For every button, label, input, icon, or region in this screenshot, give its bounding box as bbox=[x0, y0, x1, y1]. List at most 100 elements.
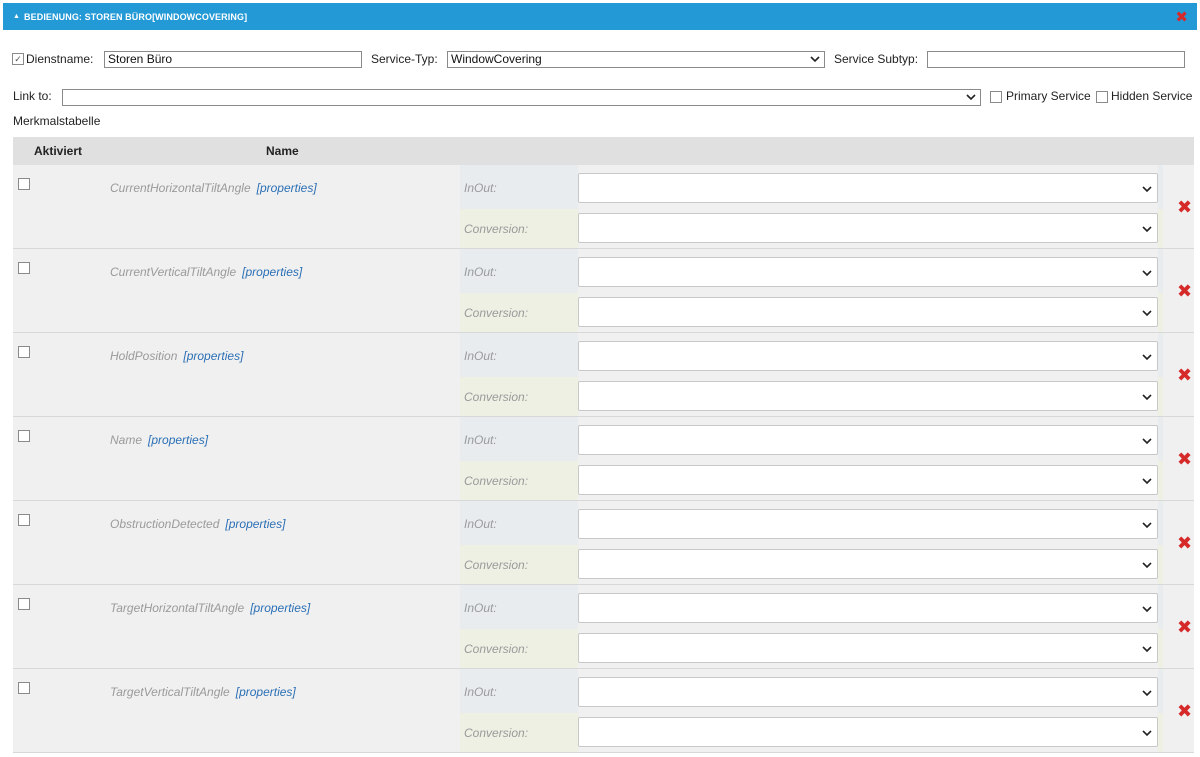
delete-icon[interactable]: ✖ bbox=[1177, 197, 1192, 218]
conversion-select[interactable] bbox=[578, 633, 1158, 663]
inout-label: InOut: bbox=[460, 501, 578, 545]
conversion-select[interactable] bbox=[578, 717, 1158, 747]
inout-label: InOut: bbox=[460, 669, 578, 713]
service-subtype-input[interactable] bbox=[927, 51, 1185, 68]
service-type-value: WindowCovering bbox=[451, 52, 542, 66]
column-header-name: Name bbox=[266, 144, 299, 158]
inout-select[interactable] bbox=[578, 257, 1158, 287]
conversion-label: Conversion: bbox=[460, 209, 578, 248]
row-filler bbox=[1158, 333, 1163, 377]
activated-checkbox[interactable] bbox=[18, 514, 30, 526]
characteristic-name: TargetHorizontalTiltAngle [properties] bbox=[110, 601, 310, 615]
chevron-down-icon bbox=[1142, 690, 1152, 697]
inout-select[interactable] bbox=[578, 593, 1158, 623]
characteristics-table-caption: Merkmalstabelle bbox=[13, 114, 101, 128]
service-name-checkbox[interactable]: ✓ bbox=[12, 53, 24, 65]
service-subtype-label: Service Subtyp: bbox=[834, 52, 919, 66]
row-filler bbox=[1158, 461, 1163, 500]
conversion-select[interactable] bbox=[578, 297, 1158, 327]
characteristic-name-text: CurrentVerticalTiltAngle bbox=[110, 265, 237, 279]
delete-icon[interactable]: ✖ bbox=[1177, 365, 1192, 386]
row-filler bbox=[1158, 585, 1163, 629]
row-filler bbox=[1158, 293, 1163, 332]
chevron-down-icon bbox=[1142, 226, 1152, 233]
characteristic-name-text: TargetHorizontalTiltAngle bbox=[110, 601, 245, 615]
conversion-label: Conversion: bbox=[460, 713, 578, 752]
activated-checkbox[interactable] bbox=[18, 262, 30, 274]
service-name-label: Dienstname: bbox=[26, 52, 94, 66]
hidden-service-checkbox[interactable] bbox=[1096, 91, 1108, 103]
table-row: TargetVerticalTiltAngle [properties] InOu… bbox=[13, 669, 1194, 753]
delete-icon[interactable]: ✖ bbox=[1177, 617, 1192, 638]
properties-link[interactable]: [properties] bbox=[257, 181, 317, 195]
inout-select[interactable] bbox=[578, 509, 1158, 539]
table-row: Name [properties] InOut: Conversion: ✖ bbox=[13, 417, 1194, 501]
service-type-select[interactable]: WindowCovering bbox=[447, 51, 825, 68]
inout-label: InOut: bbox=[460, 333, 578, 377]
conversion-label: Conversion: bbox=[460, 377, 578, 416]
delete-icon[interactable]: ✖ bbox=[1177, 449, 1192, 470]
link-to-select[interactable] bbox=[62, 89, 981, 106]
panel-header[interactable]: ▲ BEDIENUNG: STOREN BÜRO[WINDOWCOVERING]… bbox=[3, 3, 1197, 30]
conversion-select[interactable] bbox=[578, 381, 1158, 411]
conversion-label: Conversion: bbox=[460, 629, 578, 668]
row-filler bbox=[1158, 669, 1163, 713]
chevron-down-icon bbox=[1142, 270, 1152, 277]
inout-select[interactable] bbox=[578, 341, 1158, 371]
properties-link[interactable]: [properties] bbox=[242, 265, 302, 279]
collapse-triangle-icon[interactable]: ▲ bbox=[13, 13, 20, 20]
characteristic-name-text: CurrentHorizontalTiltAngle bbox=[110, 181, 251, 195]
delete-icon[interactable]: ✖ bbox=[1177, 533, 1192, 554]
properties-link[interactable]: [properties] bbox=[183, 349, 243, 363]
panel-title: BEDIENUNG: STOREN BÜRO[WINDOWCOVERING] bbox=[24, 11, 248, 22]
activated-checkbox[interactable] bbox=[18, 346, 30, 358]
table-row: TargetHorizontalTiltAngle [properties] In… bbox=[13, 585, 1194, 669]
row-filler bbox=[1158, 377, 1163, 416]
activated-checkbox[interactable] bbox=[18, 178, 30, 190]
properties-link[interactable]: [properties] bbox=[225, 517, 285, 531]
chevron-down-icon bbox=[1142, 562, 1152, 569]
service-name-input[interactable]: Storen Büro bbox=[104, 51, 362, 68]
close-icon[interactable]: ✖ bbox=[1175, 8, 1188, 26]
chevron-down-icon bbox=[1142, 730, 1152, 737]
chevron-down-icon bbox=[1142, 522, 1152, 529]
properties-link[interactable]: [properties] bbox=[236, 685, 296, 699]
characteristic-name: ObstructionDetected [properties] bbox=[110, 517, 285, 531]
row-filler bbox=[1158, 165, 1163, 209]
table-row: CurrentVerticalTiltAngle [properties] InO… bbox=[13, 249, 1194, 333]
inout-label: InOut: bbox=[460, 165, 578, 209]
delete-icon[interactable]: ✖ bbox=[1177, 281, 1192, 302]
chevron-down-icon bbox=[1142, 606, 1152, 613]
row-filler bbox=[1158, 713, 1163, 752]
activated-checkbox[interactable] bbox=[18, 598, 30, 610]
conversion-select[interactable] bbox=[578, 549, 1158, 579]
primary-service-checkbox[interactable] bbox=[990, 91, 1002, 103]
inout-select[interactable] bbox=[578, 173, 1158, 203]
row-filler bbox=[1158, 629, 1163, 668]
primary-service-label: Primary Service bbox=[1006, 89, 1091, 103]
link-to-label: Link to: bbox=[13, 89, 52, 103]
row-filler bbox=[1158, 501, 1163, 545]
chevron-down-icon bbox=[1142, 646, 1152, 653]
inout-select[interactable] bbox=[578, 425, 1158, 455]
properties-link[interactable]: [properties] bbox=[148, 433, 208, 447]
activated-checkbox[interactable] bbox=[18, 682, 30, 694]
chevron-down-icon bbox=[1142, 310, 1152, 317]
characteristic-name: CurrentHorizontalTiltAngle [properties] bbox=[110, 181, 317, 195]
characteristic-name-text: TargetVerticalTiltAngle bbox=[110, 685, 230, 699]
chevron-down-icon bbox=[1142, 478, 1152, 485]
service-settings-row: ✓ Dienstname: Storen Büro Service-Typ: W… bbox=[12, 50, 1192, 70]
characteristic-name-text: HoldPosition bbox=[110, 349, 178, 363]
properties-link[interactable]: [properties] bbox=[250, 601, 310, 615]
inout-label: InOut: bbox=[460, 585, 578, 629]
conversion-select[interactable] bbox=[578, 465, 1158, 495]
activated-checkbox[interactable] bbox=[18, 430, 30, 442]
conversion-select[interactable] bbox=[578, 213, 1158, 243]
hidden-service-label: Hidden Service bbox=[1111, 89, 1193, 103]
characteristics-table: Aktiviert Name CurrentHorizontalTiltAngl… bbox=[13, 137, 1194, 757]
characteristic-name-text: Name bbox=[110, 433, 143, 447]
row-filler bbox=[1158, 209, 1163, 248]
inout-select[interactable] bbox=[578, 677, 1158, 707]
chevron-down-icon bbox=[966, 94, 976, 101]
delete-icon[interactable]: ✖ bbox=[1177, 701, 1192, 722]
